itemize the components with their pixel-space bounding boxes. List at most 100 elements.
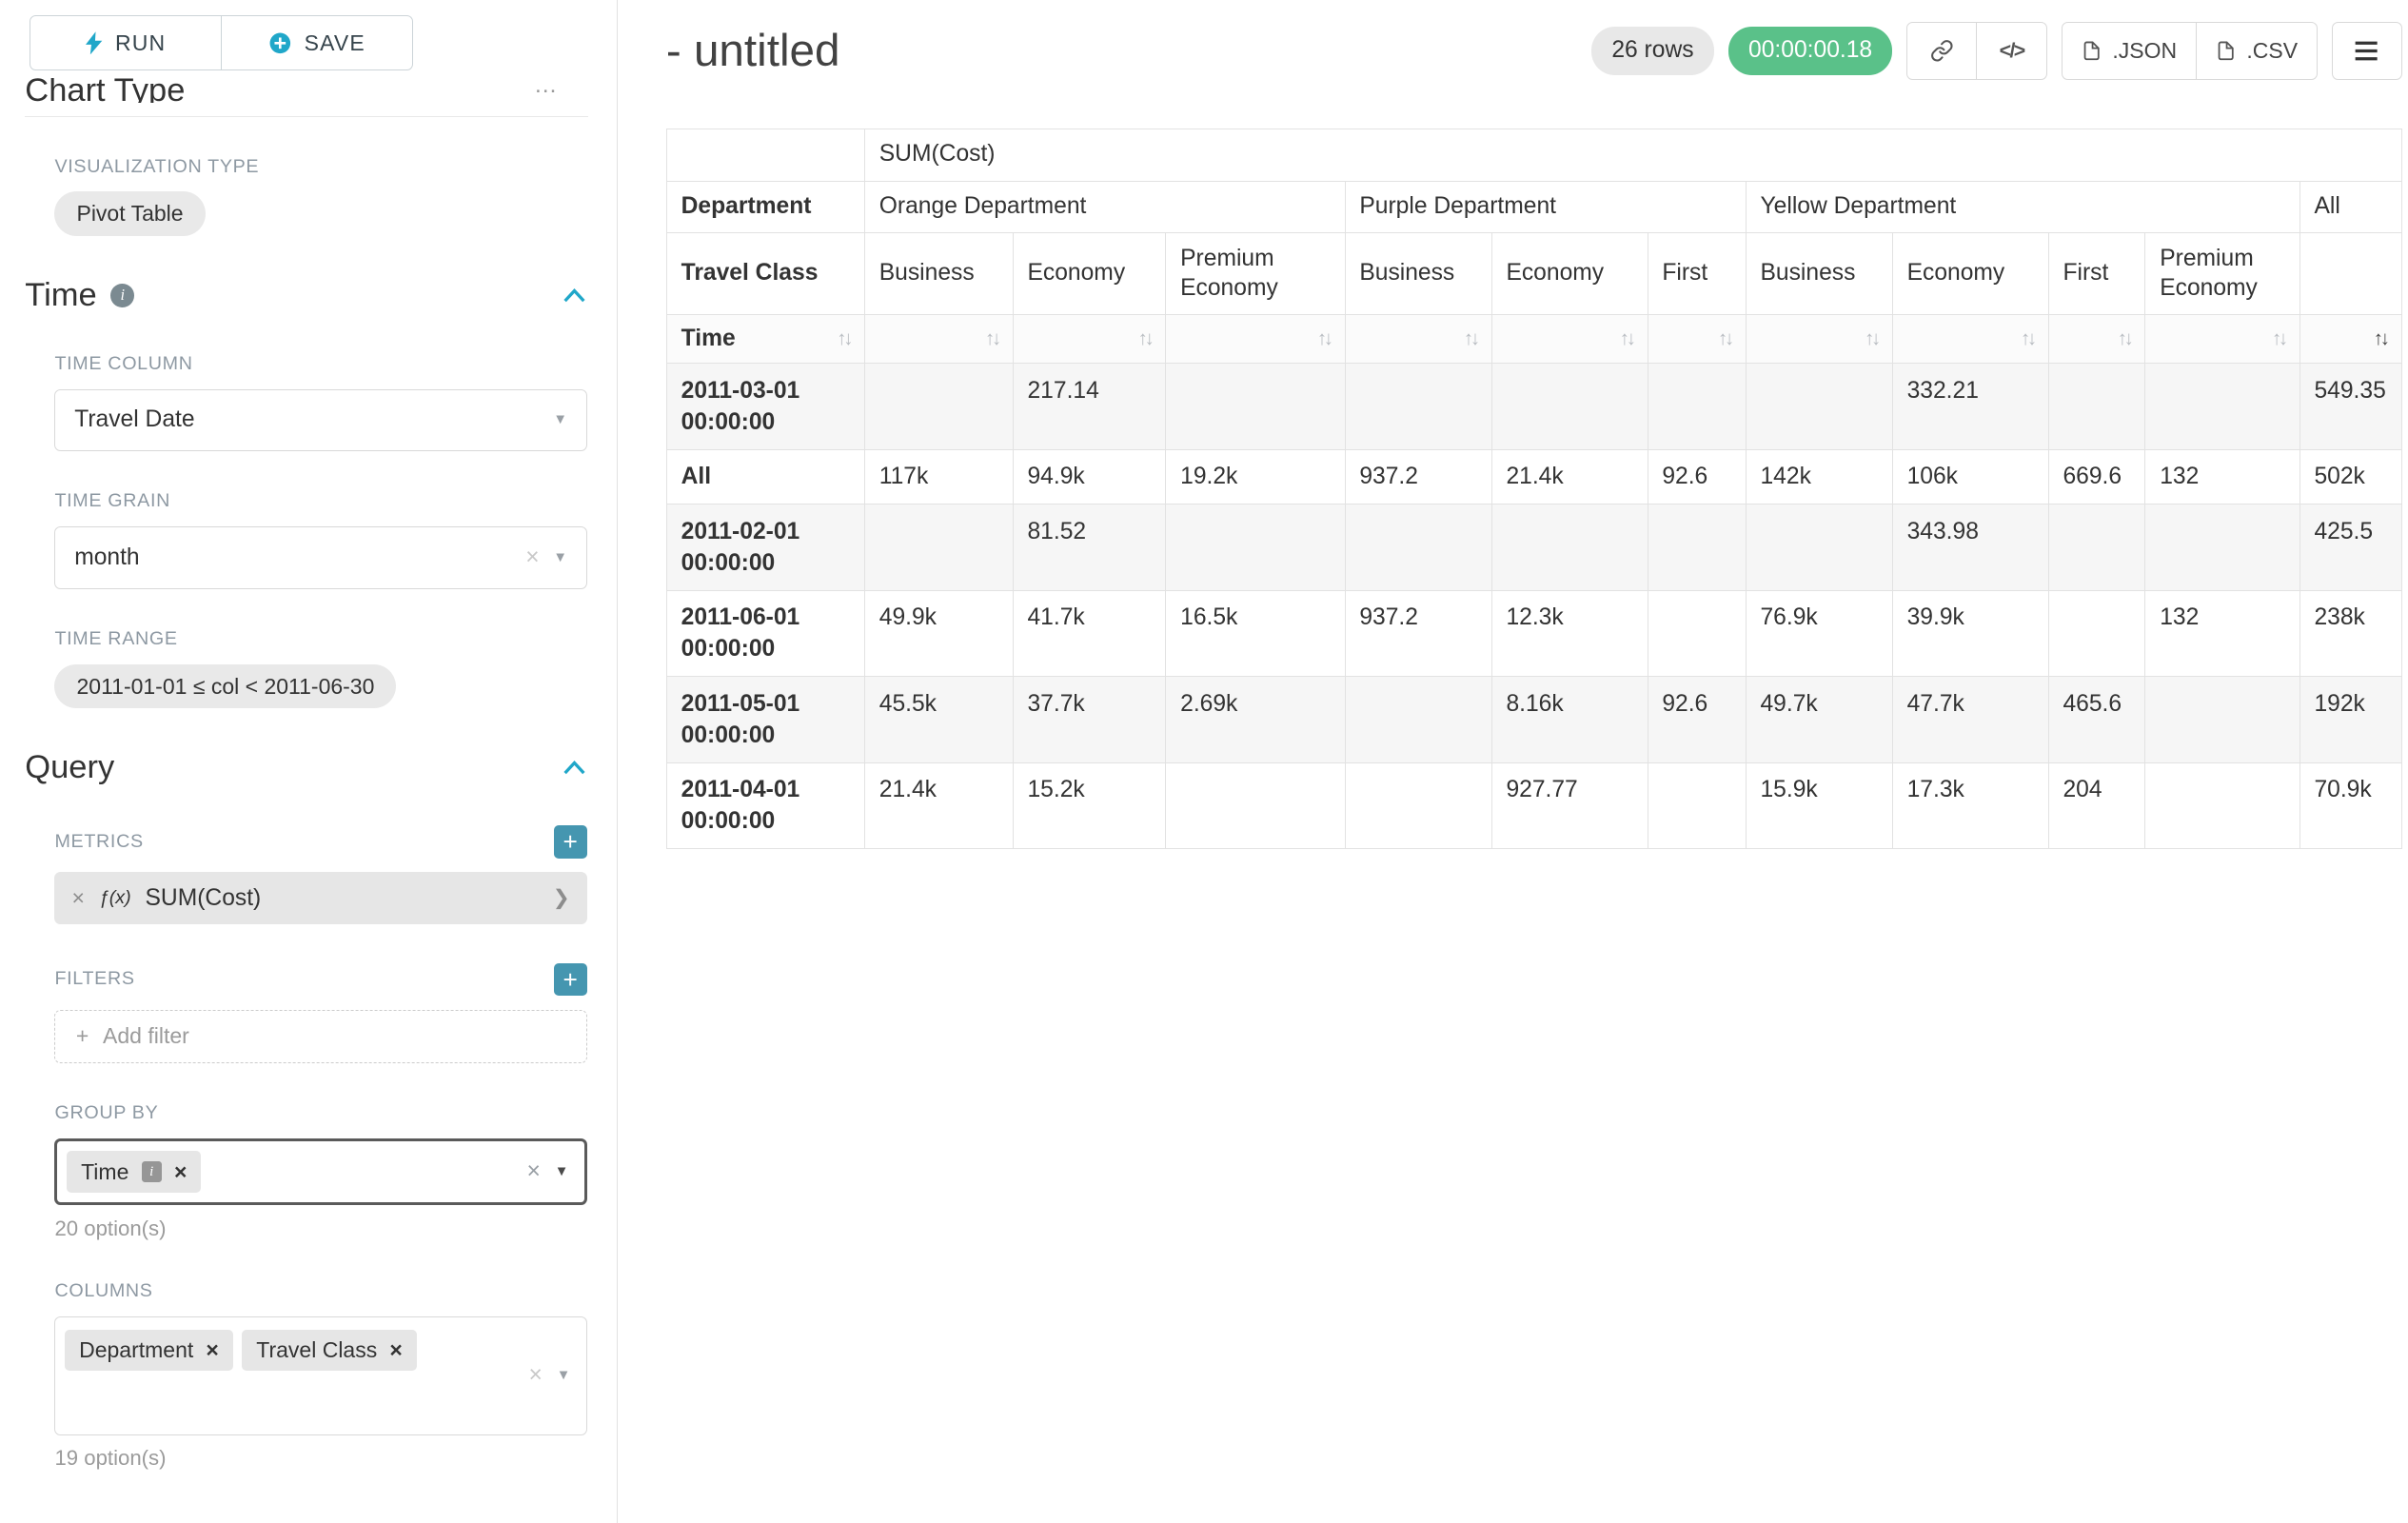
- control-panel-sidebar: RUN SAVE Chart Type … VISUALIZATION TYPE…: [0, 0, 618, 1523]
- group-by-options-hint: 20 option(s): [54, 1216, 586, 1241]
- time-grain-label: TIME GRAIN: [54, 490, 586, 512]
- save-button[interactable]: SAVE: [222, 15, 413, 70]
- value-cell: [1648, 364, 1746, 450]
- add-filter-button[interactable]: + Add filter: [54, 1010, 586, 1063]
- value-cell: 92.6: [1648, 449, 1746, 504]
- value-cell: 132: [2145, 449, 2299, 504]
- sort-header-cell: ↑↓: [864, 314, 1013, 363]
- time-section-header: Time i: [25, 277, 588, 314]
- sort-icon[interactable]: ↑↓: [1464, 326, 1477, 351]
- dimension-chip[interactable]: Department ×: [65, 1330, 232, 1371]
- menu-button[interactable]: [2332, 22, 2402, 80]
- class-header: First: [2048, 233, 2145, 315]
- pivot-table-container: SUM(Cost)DepartmentOrange DepartmentPurp…: [666, 129, 2402, 849]
- metrics-label: METRICS: [54, 831, 143, 853]
- sort-icon[interactable]: ↑↓: [1138, 326, 1152, 351]
- group-by-label: GROUP BY: [54, 1102, 586, 1124]
- value-cell: [1648, 762, 1746, 849]
- sort-icon[interactable]: ↑↓: [1620, 326, 1633, 351]
- file-icon: [2082, 39, 2102, 63]
- sort-icon[interactable]: ↑↓: [1317, 326, 1331, 351]
- row-dimension-header: Department: [666, 181, 864, 233]
- sort-icon[interactable]: ↑↓: [985, 326, 998, 351]
- value-cell: [1166, 504, 1345, 591]
- dimension-chip[interactable]: Timei×: [67, 1151, 201, 1192]
- time-section-title: Time: [25, 277, 96, 314]
- value-cell: [2048, 504, 2145, 591]
- value-cell: [1345, 504, 1491, 591]
- class-header: [2299, 233, 2401, 315]
- chevron-down-icon: ▼: [557, 1368, 571, 1383]
- sort-icon[interactable]: ↑↓: [2272, 326, 2285, 351]
- row-dimension2-header: Travel Class: [666, 233, 864, 315]
- metric-header: SUM(Cost): [864, 129, 2401, 181]
- sort-icon[interactable]: ↑↓: [1718, 326, 1731, 351]
- columns-select[interactable]: Department×Travel Class× × ▼: [54, 1316, 586, 1435]
- app-window: RUN SAVE Chart Type … VISUALIZATION TYPE…: [0, 0, 2408, 1523]
- value-cell: 2.69k: [1166, 677, 1345, 763]
- visualization-type-chip[interactable]: Pivot Table: [54, 191, 205, 236]
- metric-header-row: SUM(Cost): [666, 129, 2401, 181]
- clear-all-icon[interactable]: ×: [527, 1158, 541, 1185]
- sort-icon[interactable]: ↑↓: [837, 326, 850, 351]
- sort-header-cell: ↑↓: [1013, 314, 1166, 363]
- add-metric-button[interactable]: +: [554, 825, 587, 859]
- class-header: Premium Economy: [2145, 233, 2299, 315]
- export-json-label: .JSON: [2112, 38, 2177, 64]
- sort-icon[interactable]: ↑↓: [2118, 326, 2131, 351]
- group-by-select[interactable]: Timei× × ▼: [54, 1138, 586, 1206]
- time-column-select[interactable]: Travel Date ▼: [54, 389, 586, 452]
- value-cell: [1491, 364, 1648, 450]
- row-label: All: [666, 449, 864, 504]
- expand-metric-icon[interactable]: ❯: [553, 886, 570, 910]
- table-row: 2011-06-01 00:00:0049.9k41.7k16.5k937.21…: [666, 590, 2401, 677]
- run-button[interactable]: RUN: [30, 15, 222, 70]
- table-row: All117k94.9k19.2k937.221.4k92.6142k106k6…: [666, 449, 2401, 504]
- clear-icon[interactable]: ×: [525, 544, 539, 571]
- class-header: Economy: [1892, 233, 2048, 315]
- link-button[interactable]: [1906, 22, 1977, 80]
- bolt-icon: [86, 31, 103, 55]
- sort-header-cell: ↑↓: [1648, 314, 1746, 363]
- sort-icon[interactable]: ↑↓: [2021, 326, 2034, 351]
- plus-circle-icon: [268, 31, 292, 55]
- remove-chip-icon[interactable]: ×: [174, 1161, 187, 1183]
- value-cell: 37.7k: [1013, 677, 1166, 763]
- travel-class-header-row: Travel ClassBusinessEconomyPremium Econo…: [666, 233, 2401, 315]
- remove-metric-icon[interactable]: ×: [72, 885, 85, 911]
- time-range-label: TIME RANGE: [54, 628, 586, 650]
- table-row: 2011-05-01 00:00:0045.5k37.7k2.69k8.16k9…: [666, 677, 2401, 763]
- embed-code-button[interactable]: </>: [1977, 22, 2047, 80]
- value-cell: 217.14: [1013, 364, 1166, 450]
- value-cell: 465.6: [2048, 677, 2145, 763]
- add-filter-plus-button[interactable]: +: [554, 963, 587, 997]
- dimension-chip-label: Department: [79, 1337, 193, 1363]
- value-cell: 49.7k: [1746, 677, 1892, 763]
- clear-all-icon[interactable]: ×: [529, 1362, 543, 1389]
- chart-type-heading-clipped: Chart Type …: [25, 78, 588, 103]
- divider: [25, 116, 588, 117]
- time-range-chip[interactable]: 2011-01-01 ≤ col < 2011-06-30: [54, 664, 396, 709]
- remove-chip-icon[interactable]: ×: [389, 1339, 402, 1361]
- dimension-chip[interactable]: Travel Class×: [242, 1330, 416, 1371]
- value-cell: [1746, 504, 1892, 591]
- sort-icon[interactable]: ↑↓: [2374, 326, 2387, 351]
- value-cell: 39.9k: [1892, 590, 2048, 677]
- value-cell: 117k: [864, 449, 1013, 504]
- export-csv-label: .CSV: [2246, 38, 2298, 64]
- collapse-chevron-icon[interactable]: [563, 288, 585, 303]
- chart-type-heading: Chart Type: [25, 78, 185, 103]
- remove-chip-icon[interactable]: ×: [206, 1339, 218, 1361]
- metric-token[interactable]: × ƒ(x) SUM(Cost) ❯: [54, 872, 586, 923]
- value-cell: [2048, 590, 2145, 677]
- collapse-chevron-icon[interactable]: [563, 761, 585, 775]
- sort-icon[interactable]: ↑↓: [1865, 326, 1878, 351]
- column-group-header: Purple Department: [1345, 181, 1746, 233]
- export-csv-button[interactable]: .CSV: [2197, 22, 2318, 80]
- time-grain-select[interactable]: month × ▼: [54, 526, 586, 589]
- export-json-button[interactable]: .JSON: [2062, 22, 2197, 80]
- class-header: Economy: [1491, 233, 1648, 315]
- group-by-chips: Timei×: [67, 1148, 512, 1196]
- run-button-label: RUN: [115, 30, 166, 56]
- sort-header-row: Time↑↓↑↓↑↓↑↓↑↓↑↓↑↓↑↓↑↓↑↓↑↓↑↓: [666, 314, 2401, 363]
